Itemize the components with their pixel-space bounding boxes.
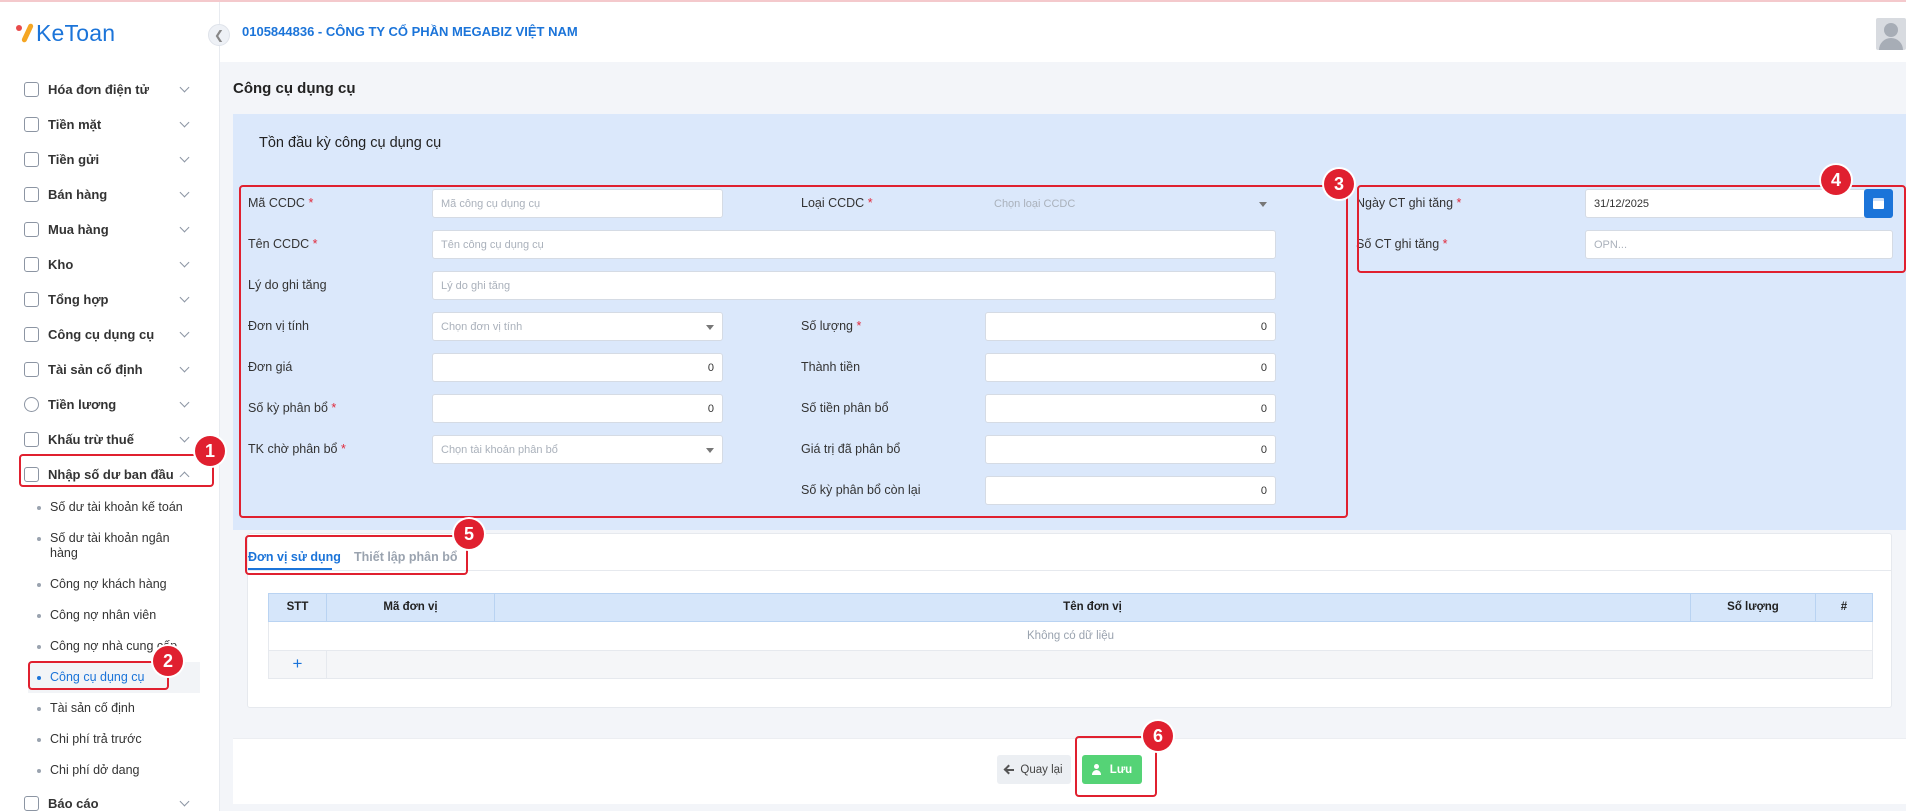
- col-ten-don-vi: Tên đơn vị: [495, 594, 1691, 621]
- submenu-item-so-du-tk[interactable]: Số dư tài khoản kế toán: [36, 492, 200, 523]
- chevron-down-icon: [179, 82, 190, 93]
- arrow-left-icon: [1005, 768, 1015, 771]
- chevron-down-icon: [179, 397, 190, 408]
- sidebar-item-label: Công cụ dụng cụ: [48, 327, 155, 342]
- sidebar-item-label: Khấu trừ thuế: [48, 432, 134, 447]
- sidebar-item-khau-tru-thue[interactable]: Khấu trừ thuế: [0, 422, 200, 457]
- annotation-box-3: [239, 185, 1348, 518]
- avatar[interactable]: [1876, 18, 1906, 50]
- submenu-item-chi-phi-do-dang[interactable]: Chi phí dở dang: [36, 755, 200, 786]
- annotation-badge-3: 3: [1324, 169, 1354, 199]
- sidebar-item-tien-gui[interactable]: Tiền gửi: [0, 142, 200, 177]
- car-icon: [24, 362, 39, 377]
- annotation-badge-5: 5: [454, 519, 484, 549]
- sidebar-item-bao-cao[interactable]: Báo cáo: [0, 786, 200, 811]
- sales-icon: [24, 187, 39, 202]
- submenu-item-cong-no-khach-hang[interactable]: Công nợ khách hàng: [36, 569, 200, 600]
- bank-card-icon: [24, 152, 39, 167]
- sidebar-item-label: Tổng hợp: [48, 292, 109, 307]
- annotation-box-1: [19, 454, 214, 487]
- back-button[interactable]: Quay lại: [997, 755, 1071, 784]
- annotation-badge-4: 4: [1821, 165, 1851, 195]
- sidebar-item-label: Tài sản cố định: [48, 362, 143, 377]
- sidebar-menu: Hóa đơn điện tử Tiền mặt Tiền gửi Bán hà…: [0, 72, 200, 811]
- submenu-item-tai-san-co-dinh[interactable]: Tài sản cố định: [36, 693, 200, 724]
- annotation-badge-6: 6: [1143, 721, 1173, 751]
- sidebar-item-hoa-don[interactable]: Hóa đơn điện tử: [0, 72, 200, 107]
- chevron-down-icon: [179, 292, 190, 303]
- sidebar-item-label: Tiền gửi: [48, 152, 100, 167]
- submenu-item-so-du-ngan-hang[interactable]: Số dư tài khoản ngân hàng: [36, 523, 200, 569]
- chevron-down-icon: [179, 796, 190, 807]
- back-button-label: Quay lại: [1020, 763, 1063, 776]
- col-ma-don-vi: Mã đơn vị: [327, 594, 495, 621]
- dollar-icon: [24, 397, 39, 412]
- table-empty-row: Không có dữ liệu: [268, 622, 1873, 651]
- sidebar-item-tien-mat[interactable]: Tiền mặt: [0, 107, 200, 142]
- page-title: Công cụ dụng cụ: [233, 80, 356, 97]
- sidebar-item-label: Kho: [48, 257, 74, 272]
- tools-icon: [24, 327, 39, 342]
- collapse-sidebar-button[interactable]: ❮: [208, 24, 230, 46]
- sidebar-item-ban-hang[interactable]: Bán hàng: [0, 177, 200, 212]
- annotation-box-4: [1357, 185, 1906, 273]
- annotation-badge-2: 2: [153, 646, 183, 676]
- submenu-item-chi-phi-tra-truoc[interactable]: Chi phí trả trước: [36, 724, 200, 755]
- sidebar-item-label: Báo cáo: [48, 796, 99, 811]
- logo-text: KeToan: [36, 19, 116, 46]
- sidebar-item-kho[interactable]: Kho: [0, 247, 200, 282]
- annotation-box-5: [245, 535, 468, 575]
- chevron-down-icon: [179, 432, 190, 443]
- sidebar-item-cong-cu[interactable]: Công cụ dụng cụ: [0, 317, 200, 352]
- cash-icon: [24, 117, 39, 132]
- chevron-down-icon: [179, 257, 190, 268]
- invoice-icon: [24, 82, 39, 97]
- sidebar-item-tien-luong[interactable]: Tiền lương: [0, 387, 200, 422]
- sidebar-item-tong-hop[interactable]: Tổng hợp: [0, 282, 200, 317]
- sidebar-item-mua-hang[interactable]: Mua hàng: [0, 212, 200, 247]
- logo[interactable]: KeToan: [14, 18, 115, 48]
- sidebar-item-label: Bán hàng: [48, 187, 108, 202]
- sidebar-item-label: Mua hàng: [48, 222, 109, 237]
- annotation-box-2: [28, 661, 169, 690]
- chevron-down-icon: [179, 117, 190, 128]
- col-actions: #: [1840, 601, 1848, 613]
- chevron-down-icon: [179, 222, 190, 233]
- header: 0105844836 - CÔNG TY CỔ PHẦN MEGABIZ VIỆ…: [220, 2, 1906, 62]
- sidebar-item-label: Tiền lương: [48, 397, 117, 412]
- chevron-down-icon: [179, 362, 190, 373]
- warehouse-icon: [24, 257, 39, 272]
- table-header: STT Mã đơn vị Tên đơn vị Số lượng #: [268, 593, 1873, 622]
- chevron-down-icon: [179, 327, 190, 338]
- annotation-badge-1: 1: [195, 436, 225, 466]
- col-stt: STT: [269, 594, 327, 621]
- sidebar-item-label: Hóa đơn điện tử: [48, 82, 149, 97]
- submenu-item-cong-no-nhan-vien[interactable]: Công nợ nhân viên: [36, 600, 200, 631]
- annotation-box-6: [1075, 736, 1157, 797]
- company-name[interactable]: 0105844836 - CÔNG TY CỔ PHẦN MEGABIZ VIỆ…: [242, 24, 578, 39]
- sidebar-item-label: Tiền mặt: [48, 117, 102, 132]
- purchase-icon: [24, 222, 39, 237]
- col-so-luong: Số lượng: [1691, 594, 1816, 621]
- chevron-down-icon: [179, 152, 190, 163]
- table-add-row: +: [268, 651, 1873, 679]
- tab-divider: [248, 570, 1892, 571]
- report-icon: [24, 796, 39, 811]
- logo-icon: [14, 21, 36, 45]
- chevron-down-icon: [179, 187, 190, 198]
- sidebar-item-tai-san[interactable]: Tài sản cố định: [0, 352, 200, 387]
- chart-icon: [24, 292, 39, 307]
- form-title: Tồn đầu kỳ công cụ dụng cụ: [259, 135, 442, 151]
- chevron-left-icon: ❮: [213, 28, 225, 42]
- submenu-nhap-so-du: Số dư tài khoản kế toán Số dư tài khoản …: [0, 492, 200, 786]
- tax-icon: [24, 432, 39, 447]
- add-row-button[interactable]: +: [269, 651, 327, 678]
